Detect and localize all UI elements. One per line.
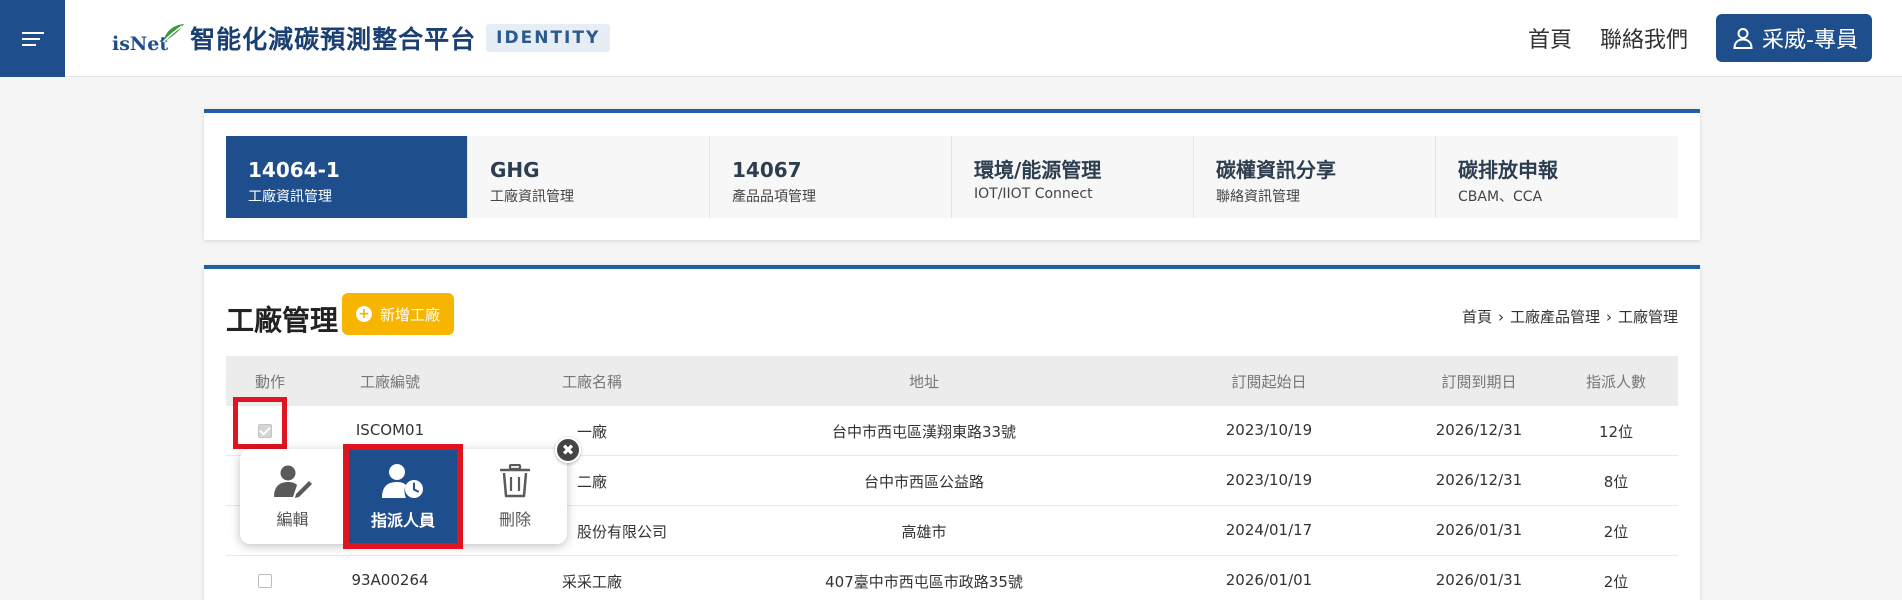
top-header: isNet 智能化減碳預測整合平台 IDENTITY 首頁 聯絡我們 采威-專員 xyxy=(0,0,1902,77)
tab-title: 14064-1 xyxy=(248,158,340,182)
user-edit-icon xyxy=(273,465,312,498)
platform-title: 智能化減碳預測整合平台 xyxy=(190,25,477,54)
add-factory-button[interactable]: + 新增工廠 xyxy=(342,293,455,335)
tab-emission-declaration[interactable]: 碳排放申報 CBAM、CCA xyxy=(1436,136,1678,218)
col-action: 動作 xyxy=(254,373,286,391)
cell-address: 407臺中市西屯區市政路35號 xyxy=(825,573,1023,591)
breadcrumb: 首頁 › 工廠產品管理 › 工廠管理 xyxy=(1462,306,1678,327)
breadcrumb-factory-management: 工廠管理 xyxy=(1617,308,1678,326)
cell-start-date: 2023/10/19 xyxy=(1225,471,1313,489)
add-factory-label: 新增工廠 xyxy=(380,305,441,324)
tab-14067[interactable]: 14067 產品品項管理 xyxy=(710,136,952,218)
tab-energy-management[interactable]: 環境/能源管理 IOT/IIOT Connect xyxy=(952,136,1194,218)
cell-end-date: 2026/01/31 xyxy=(1435,521,1523,539)
chevron-right-icon: › xyxy=(1497,308,1504,326)
tab-ghg[interactable]: GHG 工廠資訊管理 xyxy=(468,136,710,218)
delete-label: 刪除 xyxy=(498,509,531,529)
col-end-date: 訂閱到期日 xyxy=(1441,373,1517,391)
tab-subtitle: 聯絡資訊管理 xyxy=(1216,189,1300,205)
table-header: 動作 工廠編號 工廠名稱 地址 訂閱起始日 訂閱到期日 指派人數 xyxy=(226,356,1678,406)
nav-contact-link[interactable]: 聯絡我們 xyxy=(1600,22,1688,54)
module-tabs-card: 14064-1 工廠資訊管理 GHG 工廠資訊管理 14067 產品品項管理 環… xyxy=(204,109,1700,240)
tab-14064-1[interactable]: 14064-1 工廠資訊管理 xyxy=(226,136,468,218)
cell-end-date: 2026/12/31 xyxy=(1435,421,1523,439)
factory-management-card: 工廠管理 + 新增工廠 首頁 › 工廠產品管理 › 工廠管理 動作 工廠編號 工廠名稱 … xyxy=(204,265,1700,600)
tab-subtitle: IOT/IIOT Connect xyxy=(974,186,1093,202)
assign-staff-label: 指派人員 xyxy=(370,510,435,530)
nav-home-link[interactable]: 首頁 xyxy=(1528,22,1572,54)
tab-subtitle: 工廠資訊管理 xyxy=(490,189,574,205)
tab-carbon-rights[interactable]: 碳權資訊分享 聯絡資訊管理 xyxy=(1194,136,1436,218)
tab-title: 碳權資訊分享 xyxy=(1216,158,1336,182)
user-account-button[interactable]: 采威-專員 xyxy=(1716,14,1872,62)
hamburger-menu-button[interactable] xyxy=(0,0,65,77)
cell-start-date: 2026/01/01 xyxy=(1225,571,1313,589)
user-name: 采威-專員 xyxy=(1762,28,1858,53)
brand[interactable]: isNet 智能化減碳預測整合平台 IDENTITY xyxy=(112,18,611,58)
cell-factory-id: ISCOM01 xyxy=(355,421,425,439)
cell-address: 高雄市 xyxy=(901,523,947,541)
cell-assignee-count: 2位 xyxy=(1603,523,1629,541)
edit-button[interactable]: 編輯 xyxy=(240,449,345,544)
cell-start-date: 2024/01/17 xyxy=(1225,521,1313,539)
cell-factory-name: 一廠 xyxy=(576,423,608,441)
row-checkbox[interactable] xyxy=(258,574,272,588)
tab-title: GHG xyxy=(490,158,540,182)
cell-assignee-count: 12位 xyxy=(1598,423,1634,441)
plus-circle-icon: + xyxy=(356,306,372,322)
cell-factory-name: 采采工廠 xyxy=(561,573,623,591)
col-start-date: 訂閱起始日 xyxy=(1231,373,1307,391)
cell-factory-name: 二廠 xyxy=(576,473,608,491)
cell-address: 台中市西屯區漢翔東路33號 xyxy=(831,423,1017,441)
tab-title: 14067 xyxy=(732,158,802,182)
tab-subtitle: 產品品項管理 xyxy=(732,189,816,205)
tab-title: 環境/能源管理 xyxy=(974,158,1102,182)
isnet-logo: isNet xyxy=(112,18,186,58)
cell-assignee-count: 8位 xyxy=(1603,473,1629,491)
cell-address: 台中市西區公益路 xyxy=(863,473,985,491)
page-title: 工廠管理 xyxy=(226,304,339,337)
breadcrumb-product-management[interactable]: 工廠產品管理 xyxy=(1510,308,1600,326)
col-factory-name: 工廠名稱 xyxy=(561,373,623,391)
close-popup-button[interactable]: ✖ xyxy=(555,437,581,463)
col-assignee-count: 指派人數 xyxy=(1585,373,1647,391)
col-address: 地址 xyxy=(908,373,940,391)
breadcrumb-home[interactable]: 首頁 xyxy=(1462,308,1492,326)
user-clock-icon xyxy=(382,463,423,498)
cell-end-date: 2026/12/31 xyxy=(1435,471,1523,489)
row-action-popup: 編輯 指派人員 刪除 xyxy=(240,444,567,549)
module-tabs: 14064-1 工廠資訊管理 GHG 工廠資訊管理 14067 產品品項管理 環… xyxy=(226,136,1678,218)
identity-badge: IDENTITY xyxy=(486,24,611,52)
row-checkbox[interactable] xyxy=(258,424,272,438)
chevron-right-icon: › xyxy=(1605,308,1612,326)
tab-subtitle: CBAM、CCA xyxy=(1458,189,1543,205)
table-row[interactable]: 93A00264 采采工廠 407臺中市西屯區市政路35號 2026/01/01… xyxy=(226,556,1678,600)
col-factory-id: 工廠編號 xyxy=(359,373,421,391)
top-nav: 首頁 聯絡我們 采威-專員 xyxy=(1528,14,1872,62)
cell-factory-id: 93A00264 xyxy=(351,571,429,589)
trash-icon xyxy=(500,463,530,497)
menu-icon xyxy=(21,28,44,50)
close-icon: ✖ xyxy=(561,441,575,459)
user-icon xyxy=(1733,28,1753,49)
leaf-icon xyxy=(162,24,185,43)
cell-assignee-count: 2位 xyxy=(1603,573,1629,591)
cell-end-date: 2026/01/31 xyxy=(1435,571,1523,589)
cell-factory-name: 股份有限公司 xyxy=(576,523,668,541)
cell-start-date: 2023/10/19 xyxy=(1225,421,1313,439)
delete-button[interactable]: 刪除 xyxy=(465,449,565,544)
tab-subtitle: 工廠資訊管理 xyxy=(248,189,332,205)
edit-label: 編輯 xyxy=(276,509,309,529)
tab-title: 碳排放申報 xyxy=(1458,158,1558,182)
assign-staff-button[interactable]: 指派人員 xyxy=(343,444,463,549)
